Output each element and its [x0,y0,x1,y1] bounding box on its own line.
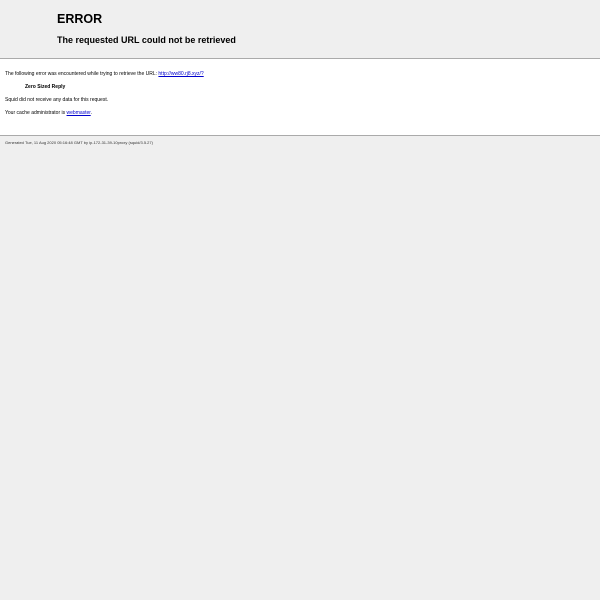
cache-admin-text: Your cache administrator is [5,110,67,116]
error-title: ERROR [57,12,103,26]
requested-url-link[interactable]: http://ww80.rj8.xyz/? [158,71,203,77]
error-description: Squid did not receive any data for this … [5,97,109,103]
cache-admin: Your cache administrator is webmaster. [5,110,92,116]
generated-footer: Generated Tue, 11 Aug 2020 05:16:48 GMT … [5,140,153,145]
error-intro: The following error was encountered whil… [5,71,204,77]
error-name: Zero Sized Reply [25,84,66,90]
error-intro-text: The following error was encountered whil… [5,71,159,77]
cache-admin-suffix: . [90,110,93,116]
error-content: The following error was encountered whil… [0,58,600,136]
webmaster-link[interactable]: webmaster [67,110,91,116]
error-header: ERROR The requested URL could not be ret… [57,12,236,45]
error-subtitle: The requested URL could not be retrieved [57,35,236,45]
